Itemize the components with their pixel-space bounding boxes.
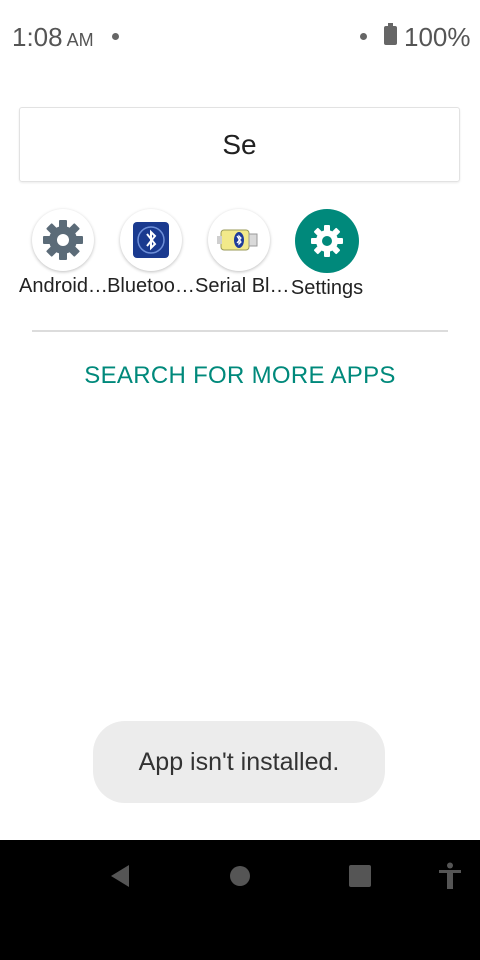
divider [32,330,448,332]
home-button[interactable] [220,860,260,892]
settings-icon [295,209,359,273]
recents-icon [349,865,371,887]
home-icon [230,866,250,886]
search-query: Se [222,128,257,160]
status-bar: 1:08 AM 100% [0,0,480,72]
clock-time: 1:08 [12,22,63,52]
notification-dot-icon [112,33,119,40]
toast: App isn't installed. [93,721,385,803]
gear-icon [32,209,94,271]
app-label: Settings [290,277,364,299]
toast-message: App isn't installed. [138,747,340,776]
recents-button[interactable] [340,860,380,892]
app-serial-bluetooth[interactable]: Serial Bl… [195,209,290,298]
accessibility-button[interactable] [432,860,468,892]
search-input[interactable]: Se [19,107,460,182]
battery-percentage: 100% [404,22,471,52]
notification-dot-icon [360,33,367,40]
accessibility-icon [439,862,461,889]
battery-icon [384,23,397,45]
clock-ampm: AM [66,30,94,50]
app-android[interactable]: Android… [19,209,108,298]
clock: 1:08 AM [12,22,94,53]
back-button[interactable] [100,860,140,892]
app-label: Bluetoo… [107,275,195,297]
bluetooth-icon [120,209,182,271]
app-label: Android… [19,275,108,297]
back-icon [111,865,129,887]
app-label: Serial Bl… [195,275,290,297]
app-settings[interactable]: Settings [283,209,371,300]
search-more-apps-button[interactable]: SEARCH FOR MORE APPS [0,362,480,390]
app-bluetooth[interactable]: Bluetoo… [107,209,195,298]
navigation-bar [0,840,480,960]
serial-bluetooth-icon [208,209,270,271]
